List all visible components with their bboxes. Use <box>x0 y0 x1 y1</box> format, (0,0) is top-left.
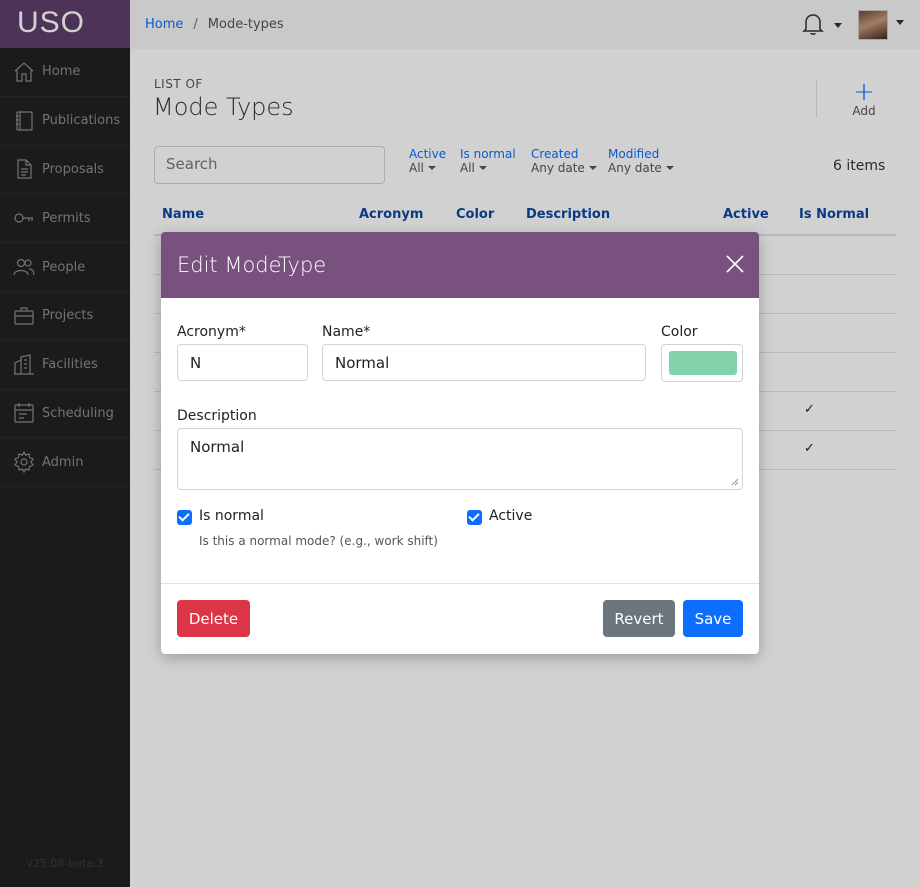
color-picker[interactable] <box>661 344 743 382</box>
revert-button[interactable]: Revert <box>603 600 675 637</box>
color-label: Color <box>661 324 698 340</box>
description-value: Normal <box>190 438 245 456</box>
description-field[interactable]: Normal <box>177 428 743 490</box>
active-checkbox[interactable] <box>467 510 482 525</box>
is-normal-label[interactable]: Is normal <box>199 508 264 524</box>
close-icon[interactable] <box>725 254 745 274</box>
edit-modetype-modal: Edit ModeType Acronym* N Name* Normal Co… <box>161 232 759 654</box>
is-normal-checkbox[interactable] <box>177 510 192 525</box>
resize-handle-icon[interactable] <box>731 478 739 486</box>
acronym-label: Acronym* <box>177 324 246 340</box>
modal-title: Edit ModeType <box>177 253 327 277</box>
modal-footer-divider <box>161 583 759 584</box>
active-label[interactable]: Active <box>489 508 532 524</box>
description-label: Description <box>177 408 257 424</box>
is-normal-help-text: Is this a normal mode? (e.g., work shift… <box>199 534 438 548</box>
modal-header: Edit ModeType <box>161 232 759 298</box>
delete-button[interactable]: Delete <box>177 600 250 637</box>
color-swatch <box>669 351 737 375</box>
acronym-field[interactable]: N <box>177 344 308 381</box>
name-label: Name* <box>322 324 371 340</box>
name-field[interactable]: Normal <box>322 344 646 381</box>
save-button[interactable]: Save <box>683 600 743 637</box>
